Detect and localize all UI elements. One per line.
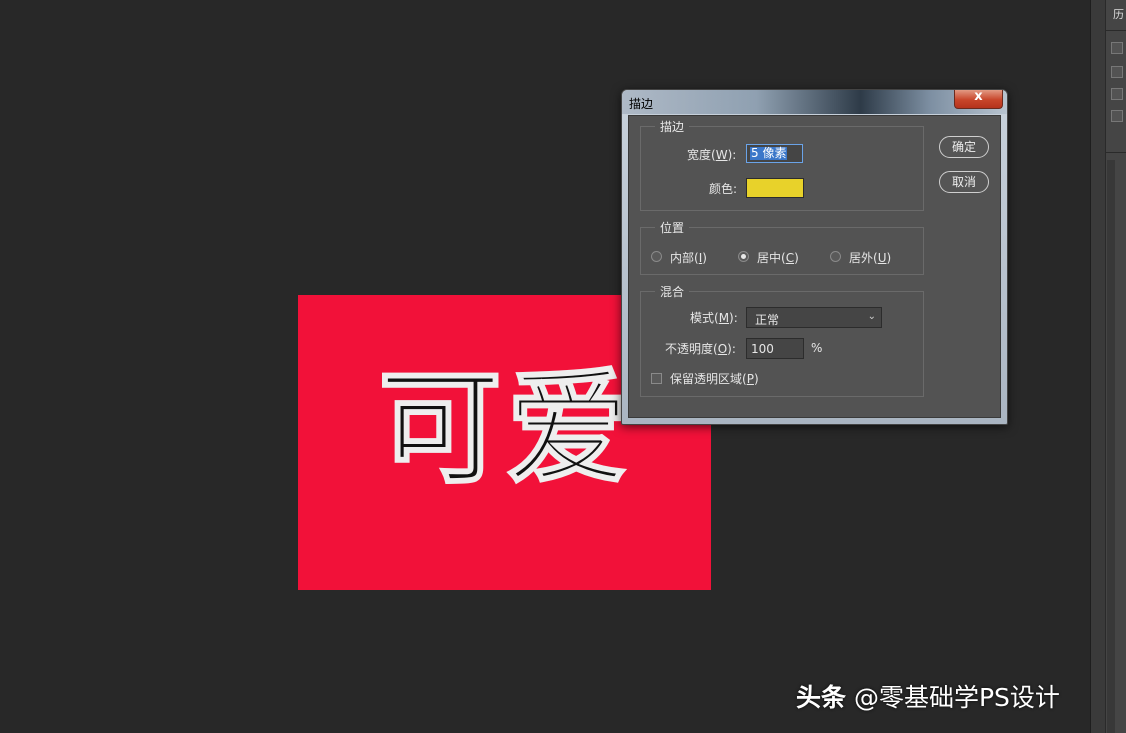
opacity-unit: % (811, 341, 823, 355)
panel-icon[interactable] (1111, 66, 1123, 78)
stroke-dialog: 描边 x 描边 宽度(W): 5 像素 颜色: 位置 内部(I) 居中(C) 居… (621, 89, 1008, 425)
color-swatch[interactable] (746, 178, 804, 198)
width-label-end: ): (727, 148, 737, 162)
radio-inside-text: 内部( (670, 251, 699, 265)
radio-outside-end: ) (886, 251, 892, 265)
preserve-transparency-checkbox[interactable] (651, 373, 662, 384)
mode-label: 模式(M): (690, 309, 738, 326)
radio-outside-label[interactable]: 居外(U) (849, 249, 891, 266)
close-icon: x (974, 89, 983, 104)
panel-label[interactable]: 历 (1113, 6, 1124, 22)
mode-label-text: 模式( (690, 311, 719, 325)
opacity-value: 100 (751, 342, 774, 356)
preserve-label-text: 保留透明区域( (670, 372, 747, 386)
stroke-group: 描边 宽度(W): 5 像素 颜色: (640, 118, 924, 211)
position-group: 位置 内部(I) 居中(C) 居外(U) (640, 219, 924, 275)
radio-outside[interactable] (830, 251, 841, 262)
panel-divider (1105, 152, 1126, 153)
panel-icon[interactable] (1111, 88, 1123, 100)
watermark: 头条 @零基础学PS设计 (796, 678, 1060, 714)
panel-icon[interactable] (1111, 42, 1123, 54)
stroke-group-title: 描边 (655, 118, 690, 135)
opacity-label: 不透明度(O): (665, 340, 736, 357)
blend-group-title: 混合 (655, 283, 690, 300)
radio-outside-text: 居外( (849, 251, 878, 265)
blend-mode-select[interactable]: 正常 ⌄ (746, 307, 882, 328)
width-label: 宽度(W): (687, 146, 736, 163)
chevron-down-icon: ⌄ (867, 311, 876, 322)
mode-label-end: ): (729, 311, 738, 325)
radio-center-label[interactable]: 居中(C) (757, 249, 799, 266)
blend-mode-value: 正常 (755, 313, 780, 327)
dialog-body: 描边 宽度(W): 5 像素 颜色: 位置 内部(I) 居中(C) 居外(U) … (628, 115, 1001, 418)
watermark-handle: @零基础学PS设计 (853, 683, 1060, 712)
panel-scrollbar[interactable] (1107, 160, 1115, 733)
color-label: 颜色: (709, 182, 738, 196)
radio-inside[interactable] (651, 251, 662, 262)
radio-center-end: ) (794, 251, 799, 265)
close-button[interactable]: x (954, 89, 1003, 109)
right-panel: 历 (1090, 0, 1126, 733)
radio-center-key: C (785, 251, 795, 265)
mode-label-key: M (718, 311, 730, 325)
dialog-title-bar[interactable]: 描边 x (622, 89, 1007, 114)
preserve-transparency-label[interactable]: 保留透明区域(P) (670, 370, 759, 387)
position-group-title: 位置 (655, 219, 690, 236)
canvas-text-selection: 可爱 (377, 356, 635, 501)
width-input[interactable]: 5 像素 (746, 144, 803, 163)
panel-divider (1105, 30, 1126, 31)
radio-inside-end: ) (702, 251, 707, 265)
width-value: 5 像素 (750, 146, 788, 160)
opacity-label-text: 不透明度( (665, 342, 718, 356)
blend-group: 混合 模式(M): 正常 ⌄ 不透明度(O): 100 % 保留透明区域(P) (640, 283, 924, 397)
watermark-brand: 头条 (796, 683, 847, 712)
dialog-title: 描边 (629, 97, 654, 111)
panel-icon[interactable] (1111, 110, 1123, 122)
cancel-button[interactable]: 取消 (939, 171, 989, 193)
preserve-label-key: P (746, 372, 754, 386)
width-label-key: W (715, 148, 728, 162)
ok-button[interactable]: 确定 (939, 136, 989, 158)
radio-inside-label[interactable]: 内部(I) (670, 249, 707, 266)
preserve-label-end: ) (753, 372, 759, 386)
opacity-label-key: O (717, 342, 728, 356)
opacity-input[interactable]: 100 (746, 338, 804, 359)
opacity-label-end: ): (727, 342, 736, 356)
width-label-text: 宽度( (687, 148, 716, 162)
radio-center-text: 居中( (757, 251, 786, 265)
radio-center[interactable] (738, 251, 749, 262)
